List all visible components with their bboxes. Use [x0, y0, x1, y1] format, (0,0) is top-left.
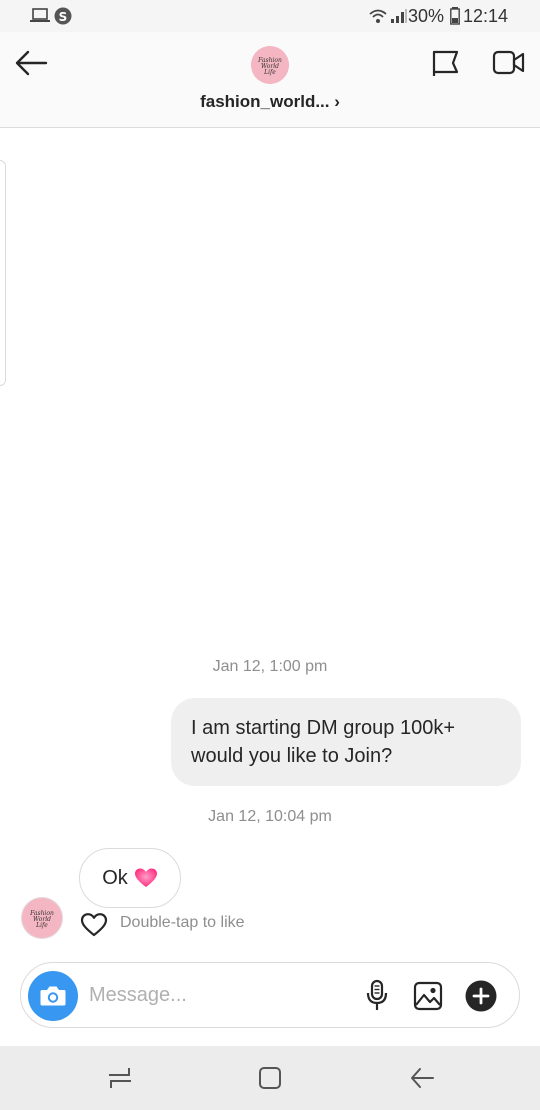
contact-username[interactable]: fashion_world... ›: [0, 92, 540, 112]
wifi-icon: [369, 9, 387, 23]
laptop-icon: [30, 8, 50, 22]
status-bar: S 30% 12:14: [0, 0, 540, 32]
incoming-message-bubble[interactable]: Ok: [79, 848, 181, 908]
clock: 12:14: [462, 6, 508, 26]
message-input[interactable]: [89, 976, 349, 1014]
svg-text:S: S: [59, 10, 68, 24]
plus-icon[interactable]: [465, 980, 497, 1012]
message-composer: [20, 962, 520, 1028]
sender-avatar[interactable]: Fashion World Life: [21, 897, 63, 939]
pink-heart-icon: [134, 868, 157, 887]
camera-button[interactable]: [28, 971, 78, 1021]
camera-icon: [40, 986, 66, 1006]
flag-icon[interactable]: [432, 50, 460, 78]
message-timestamp: Jan 12, 1:00 pm: [212, 658, 328, 675]
avatar-logo: Fashion World Life: [251, 46, 289, 84]
svg-text:Life: Life: [263, 69, 276, 76]
microphone-icon[interactable]: [365, 979, 389, 1013]
outgoing-message-text: I am starting DM group 100k+ would you l…: [191, 717, 456, 767]
back-arrow-icon[interactable]: [14, 50, 48, 76]
home-icon[interactable]: [258, 1066, 282, 1090]
battery-percent: 30%: [407, 6, 444, 26]
contact-avatar[interactable]: Fashion World Life: [251, 46, 289, 84]
edge-panel-handle[interactable]: [0, 160, 6, 386]
chat-header: Fashion World Life fashion_world... ›: [0, 32, 540, 128]
outgoing-message-bubble[interactable]: I am starting DM group 100k+ would you l…: [171, 698, 521, 786]
message-timestamp: Jan 12, 10:04 pm: [208, 808, 332, 825]
skype-icon: S: [54, 7, 72, 25]
heart-outline-icon[interactable]: [80, 912, 108, 938]
svg-text:Life: Life: [35, 922, 48, 929]
video-call-icon[interactable]: [492, 50, 526, 76]
system-nav-bar: [0, 1046, 540, 1110]
incoming-message-text: Ok: [102, 866, 128, 889]
battery-icon: [450, 7, 460, 25]
avatar-logo: Fashion World Life: [21, 897, 63, 939]
recent-apps-icon[interactable]: [106, 1064, 134, 1092]
signal-icon: [391, 9, 407, 23]
system-back-icon[interactable]: [408, 1065, 436, 1091]
double-tap-hint: Double-tap to like: [120, 914, 245, 931]
gallery-icon[interactable]: [413, 981, 443, 1011]
